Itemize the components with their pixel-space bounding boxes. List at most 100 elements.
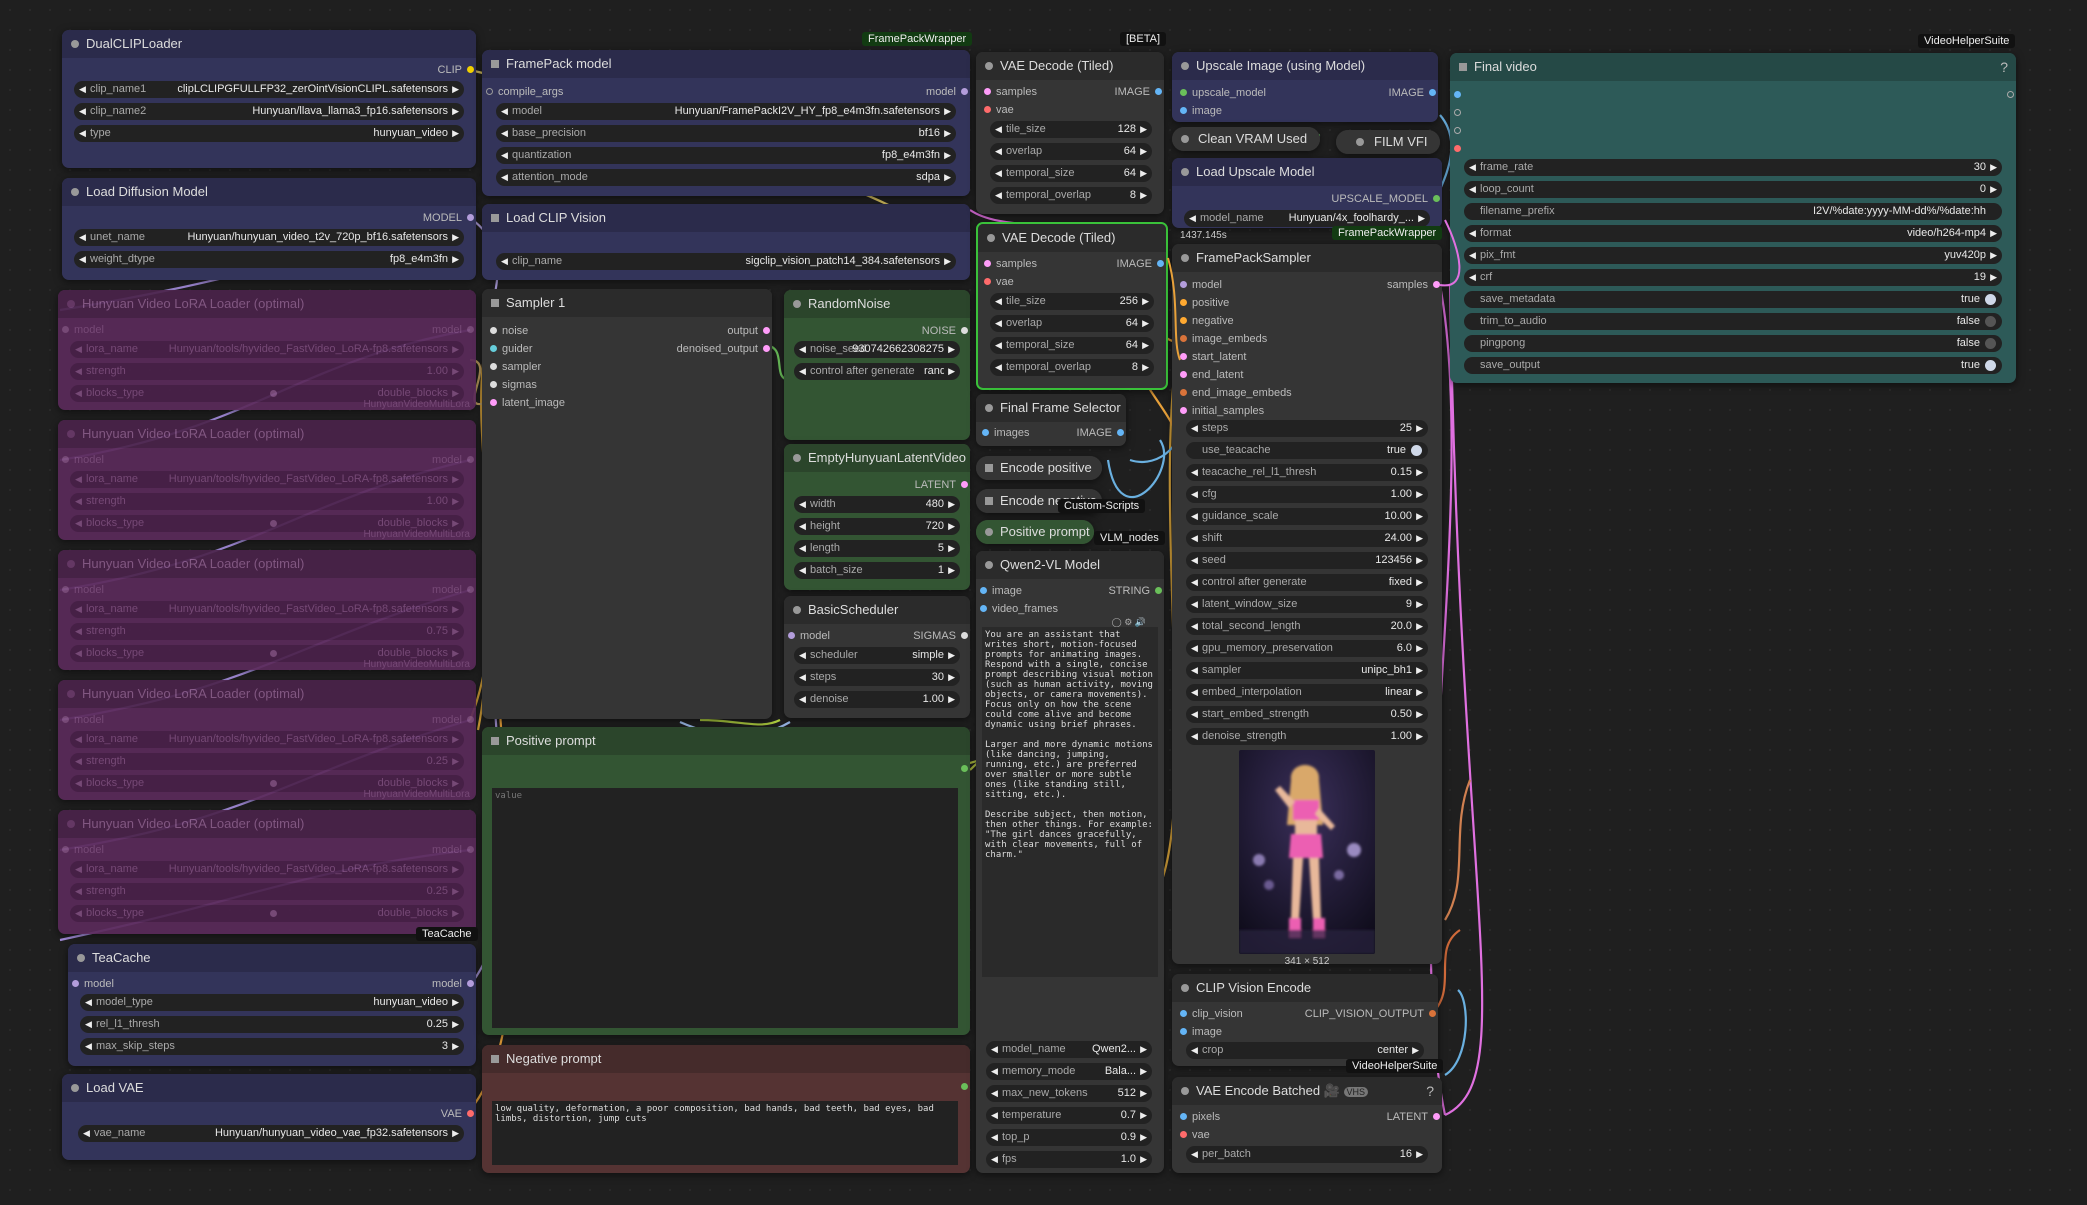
arrow-left-icon[interactable]: ◀ — [799, 518, 806, 535]
arrow-left-icon[interactable]: ◀ — [991, 1085, 998, 1102]
temperature-widget[interactable]: ◀ temperature 0.7 ▶ — [986, 1107, 1152, 1124]
text-output-slot[interactable] — [956, 1079, 968, 1095]
arrow-right-icon[interactable]: ▶ — [1416, 684, 1423, 701]
strength-widget[interactable]: ◀ strength 0.25 ▶ — [70, 753, 464, 770]
arrow-left-icon[interactable]: ◀ — [75, 905, 82, 922]
arrow-left-icon[interactable]: ◀ — [1191, 728, 1198, 745]
arrow-right-icon[interactable]: ▶ — [452, 363, 459, 380]
arrow-right-icon[interactable]: ▶ — [452, 103, 459, 120]
arrow-right-icon[interactable]: ▶ — [1140, 143, 1147, 160]
arrow-right-icon[interactable]: ▶ — [948, 518, 955, 535]
arrow-right-icon[interactable]: ▶ — [1416, 486, 1423, 503]
final-video-node[interactable]: Final video? ◀ frame_rate 30 ▶ ◀ loop_count 0 ▶… — [1450, 53, 2016, 383]
slider-knob-icon[interactable] — [270, 390, 277, 397]
arrow-right-icon[interactable]: ▶ — [944, 103, 951, 120]
control-after-generate-widget[interactable]: ◀ control after generate fixed ▶ — [1186, 574, 1428, 591]
arrow-right-icon[interactable]: ▶ — [452, 81, 459, 98]
arrow-right-icon[interactable]: ▶ — [1416, 420, 1423, 437]
node-title[interactable]: Upscale Image (using Model) — [1172, 52, 1438, 80]
arrow-right-icon[interactable]: ▶ — [452, 125, 459, 142]
overlap-widget[interactable]: ◀ overlap 64 ▶ — [990, 143, 1152, 160]
collapse-square-icon[interactable] — [491, 299, 499, 307]
samples-input-slot[interactable]: samples — [984, 256, 1037, 272]
arrow-right-icon[interactable]: ▶ — [452, 601, 459, 618]
node-title[interactable]: Load VAE — [62, 1074, 476, 1102]
help-icon[interactable]: ? — [1426, 1077, 1434, 1105]
rel-l1-thresh-widget[interactable]: ◀ rel_l1_thresh 0.25 ▶ — [80, 1016, 464, 1033]
node-title[interactable]: RandomNoise — [784, 290, 970, 318]
arrow-left-icon[interactable]: ◀ — [991, 1129, 998, 1146]
node-title[interactable]: BasicScheduler — [784, 596, 970, 624]
arrow-right-icon[interactable]: ▶ — [948, 669, 955, 686]
slider-knob-icon[interactable] — [270, 520, 277, 527]
arrow-left-icon[interactable]: ◀ — [1191, 1146, 1198, 1163]
per-batch-widget[interactable]: ◀ per_batch 16 ▶ — [1186, 1146, 1428, 1163]
arrow-left-icon[interactable]: ◀ — [1191, 574, 1198, 591]
model-name-widget[interactable]: ◀ model_name Qwen2... ▶ — [986, 1041, 1152, 1058]
arrow-left-icon[interactable]: ◀ — [1191, 618, 1198, 635]
arrow-right-icon[interactable]: ▶ — [1416, 574, 1423, 591]
arrow-left-icon[interactable]: ◀ — [75, 385, 82, 402]
node-title[interactable]: VAE Decode (Tiled) — [976, 52, 1164, 80]
quantization-widget[interactable]: ◀ quantization fp8_e4m3fn ▶ — [496, 147, 956, 164]
arrow-left-icon[interactable]: ◀ — [995, 121, 1002, 138]
arrow-left-icon[interactable]: ◀ — [85, 1038, 92, 1055]
arrow-right-icon[interactable]: ▶ — [1416, 508, 1423, 525]
arrow-left-icon[interactable]: ◀ — [799, 496, 806, 513]
arrow-left-icon[interactable]: ◀ — [1469, 247, 1476, 264]
qwen2-vl-model-node[interactable]: Qwen2-VL Model image video_frames STRING… — [976, 551, 1164, 1173]
vae-name-widget[interactable]: ◀ vae_name Hunyuan/hunyuan_video_vae_fp32.… — [78, 1125, 464, 1142]
node-title[interactable]: TeaCache — [68, 944, 476, 972]
collapse-square-icon[interactable] — [1459, 63, 1467, 71]
arrow-right-icon[interactable]: ▶ — [948, 496, 955, 513]
arrow-left-icon[interactable]: ◀ — [79, 251, 86, 268]
collapse-dot-icon[interactable] — [71, 40, 79, 48]
arrow-left-icon[interactable]: ◀ — [799, 363, 806, 380]
arrow-right-icon[interactable]: ▶ — [1416, 640, 1423, 657]
filenames-output-slot[interactable] — [2002, 87, 2014, 103]
save-output-widget[interactable]: save_output true — [1464, 357, 2002, 374]
arrow-right-icon[interactable]: ▶ — [452, 753, 459, 770]
crop-widget[interactable]: ◀ crop center ▶ — [1186, 1042, 1424, 1059]
node-title[interactable]: VAE Encode Batched 🎥 VHS? — [1172, 1077, 1442, 1105]
arrow-left-icon[interactable]: ◀ — [1469, 269, 1476, 286]
text-output-slot[interactable] — [956, 761, 968, 777]
arrow-right-icon[interactable]: ▶ — [1416, 618, 1423, 635]
arrow-left-icon[interactable]: ◀ — [995, 293, 1002, 310]
format-widget[interactable]: ◀ format video/h264-mp4 ▶ — [1464, 225, 2002, 242]
arrow-right-icon[interactable]: ▶ — [1142, 359, 1149, 376]
vae-input-slot[interactable]: vae — [984, 274, 1014, 290]
strength-widget[interactable]: ◀ strength 0.75 ▶ — [70, 623, 464, 640]
collapse-square-icon[interactable] — [491, 1055, 499, 1063]
arrow-left-icon[interactable]: ◀ — [991, 1063, 998, 1080]
collapse-dot-icon[interactable] — [793, 300, 801, 308]
model-output-slot[interactable]: model — [432, 712, 474, 728]
vae-output-slot[interactable]: VAE — [441, 1106, 474, 1122]
clip-vision-encode-node[interactable]: CLIP Vision Encode clip_vision image CLI… — [1172, 974, 1438, 1066]
samples-input-slot[interactable]: samples — [984, 84, 1037, 100]
lora-name-widget[interactable]: ◀ lora_name Hunyuan/tools/hyvideo_FastVide… — [70, 861, 464, 878]
toggle-icon[interactable] — [1985, 294, 1996, 305]
arrow-left-icon[interactable]: ◀ — [501, 169, 508, 186]
sampler-1-node[interactable]: Sampler 1 noise guider sampler sigmas la… — [482, 289, 772, 719]
arrow-right-icon[interactable]: ▶ — [944, 169, 951, 186]
collapse-dot-icon[interactable] — [1181, 168, 1189, 176]
blocks-type-widget[interactable]: ◀ blocks_type double_blocks ▶ — [70, 905, 464, 922]
arrow-right-icon[interactable]: ▶ — [1418, 210, 1425, 227]
arrow-left-icon[interactable]: ◀ — [79, 103, 86, 120]
collapse-dot-icon[interactable] — [1181, 984, 1189, 992]
node-title[interactable]: Hunyuan Video LoRA Loader (optimal) — [58, 420, 476, 448]
node-title[interactable]: Load Diffusion Model — [62, 178, 476, 206]
collapse-square-icon[interactable] — [491, 60, 499, 68]
cfg-widget[interactable]: ◀ cfg 1.00 ▶ — [1186, 486, 1428, 503]
arrow-right-icon[interactable]: ▶ — [948, 562, 955, 579]
arrow-right-icon[interactable]: ▶ — [452, 623, 459, 640]
collapse-dot-icon[interactable] — [77, 954, 85, 962]
collapse-dot-icon[interactable] — [985, 561, 993, 569]
sigmas-input-slot[interactable]: sigmas — [490, 377, 537, 393]
load-clip-vision-node[interactable]: Load CLIP Vision ◀ clip_name sigclip_visio… — [482, 204, 970, 280]
arrow-left-icon[interactable]: ◀ — [79, 125, 86, 142]
node-title[interactable]: Final Frame Selector — [976, 394, 1126, 422]
arrow-left-icon[interactable]: ◀ — [75, 861, 82, 878]
arrow-left-icon[interactable]: ◀ — [75, 753, 82, 770]
